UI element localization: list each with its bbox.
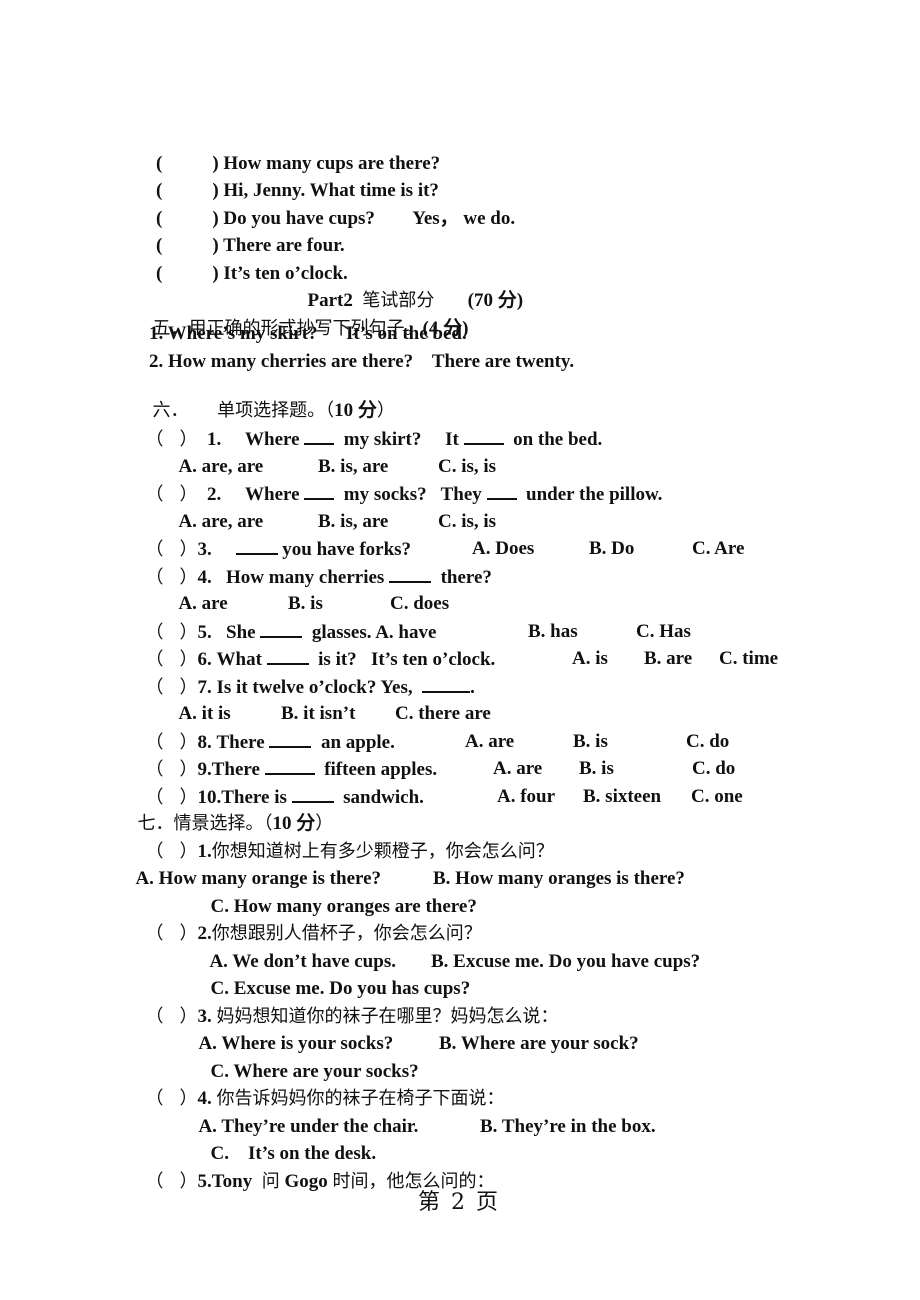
option-b: B. They’re in the box. <box>480 1116 656 1137</box>
question-text: Gogo <box>284 1171 328 1192</box>
answer-paren-open: （ <box>145 1006 164 1027</box>
answer-paren-open: （ <box>145 1088 164 1109</box>
situation-question-1: （）1.你想知道树上有多少颗橙子，你会怎么问？ <box>136 819 554 862</box>
answer-paren-open: （ <box>145 429 164 450</box>
option-c: C. do <box>692 758 736 779</box>
mc-options-2: A. are, are B. is, are C. is, is <box>170 489 496 532</box>
answer-paren-open: （ <box>145 923 164 944</box>
option-b: B. is <box>579 758 614 779</box>
mc-options-7: A. it is B. it isn’t C. there are <box>170 681 490 724</box>
section5-item: 2. How many cherries are there? There ar… <box>149 351 574 373</box>
option-b: B. Excuse me. Do you have cups? <box>431 951 701 972</box>
section5-heading: 五．用正确的形式抄写下列句子。(4 分) <box>143 296 469 339</box>
fill-blank <box>463 428 504 445</box>
mc-question-4: （）4. How many cherries there? <box>136 544 492 588</box>
mc-options-1: A. are, are B. is, are C. is, is <box>170 434 496 477</box>
question-text: there? <box>440 567 492 588</box>
option-c: C. do <box>686 731 730 752</box>
situation-options-4c: C. It’s on the desk. <box>201 1121 377 1164</box>
listening-item: () How many cups are there? <box>137 131 440 174</box>
situation-question-3: （）3. 妈妈想知道你的袜子在哪里？妈妈怎么说： <box>136 984 559 1027</box>
question-text: How many cherries <box>226 567 385 588</box>
fill-blank <box>304 483 335 500</box>
situation-options-3: A. Where is your socks? B. Where are your… <box>190 1011 638 1054</box>
answer-paren-open: （ <box>145 1171 164 1192</box>
section5-sentence: 1. Where’s my skirt? It’s on the bed. <box>149 323 467 344</box>
option-b: B. sixteen <box>583 786 662 807</box>
situation-question-5: （）5.Tony 问 Gogo 时间，他怎么问的： <box>136 1149 495 1192</box>
answer-paren-close: ) <box>212 263 219 284</box>
option-c: C. Are <box>692 538 745 559</box>
answer-paren-close: ） <box>179 923 198 944</box>
mc-question-9: （）9.There fifteen apples. A. are B. is C. d… <box>136 736 736 780</box>
mc-question-1: （） 1. Where my skirt? It on the bed. <box>136 406 603 450</box>
option-a: A. four <box>497 786 556 807</box>
section5-sentence: 2. How many cherries are there? There ar… <box>149 351 575 372</box>
option-c: C. is, is <box>438 511 497 532</box>
mc-question-3: （）3. you have forks? A. Does B. Do C. Are <box>136 516 745 560</box>
mc-question-7: （）7. Is it twelve o’clock? Yes, . <box>136 654 475 698</box>
option-c: C. one <box>691 786 743 807</box>
part2-score: (70 分) <box>467 290 524 311</box>
situation-options-1c: C. How many oranges are there? <box>201 874 477 917</box>
part2-heading: Part2 笔试部分 (70 分) <box>298 268 524 311</box>
question-text: my socks? <box>343 484 427 505</box>
listening-item: () Hi, Jenny. What time is it? <box>137 158 439 201</box>
situation-options-4: A. They’re under the chair. B. They’re in… <box>190 1094 655 1137</box>
section6-heading: 六． 单项选择题。（10 分） <box>143 378 395 421</box>
situation-question-2: （）2.你想跟别人借杯子，你会怎么问？ <box>136 901 482 944</box>
listening-item: () It’s ten o’clock. <box>137 241 348 284</box>
option-a: A. are <box>493 758 543 779</box>
section5-item: 1. Where’s my skirt? It’s on the bed. <box>149 323 467 345</box>
situation-options-1: A. How many orange is there? B. How many … <box>127 846 684 889</box>
listening-item: () Do you have cups? Yes， we do. <box>137 186 515 229</box>
option-c: C. Has <box>636 621 691 642</box>
mc-question-8: （）8. There an apple. A. are B. is C. do <box>136 709 730 753</box>
question-text: . <box>470 677 475 698</box>
mc-options-4: A. are B. is C. does <box>170 571 449 614</box>
option-a: A. is <box>572 648 608 669</box>
option-b: B. is <box>573 731 608 752</box>
listening-item: () There are four. <box>137 213 345 256</box>
option-b: B. Where are your sock? <box>439 1033 639 1054</box>
situation-question-4: （）4. 你告诉妈妈你的袜子在椅子下面说： <box>136 1066 505 1109</box>
situation-options-2c: C. Excuse me. Do you has cups? <box>201 956 471 999</box>
option-c: C. there are <box>395 703 491 724</box>
answer-paren-open: （ <box>145 567 164 588</box>
mc-question-2: （） 2. Where my socks? They under the pil… <box>136 461 663 505</box>
fill-blank <box>422 676 471 693</box>
question-text: on the bed. <box>513 429 603 450</box>
situation-options-3c: C. Where are your socks? <box>201 1039 419 1082</box>
mc-question-6: （）6. What is it? It’s ten o’clock. A. is B… <box>136 626 779 670</box>
question-text: They <box>440 484 482 505</box>
answer-paren-open: （ <box>145 484 164 505</box>
mc-question-10: （）10.There is sandwich. A. four B. sixteen… <box>136 764 743 808</box>
section7-heading: 七．情景选择。（10 分） <box>128 791 334 834</box>
option-b: B. are <box>644 648 693 669</box>
fill-blank <box>304 428 335 445</box>
question-number: 5.Tony <box>197 1171 253 1192</box>
question-text: my skirt? <box>343 429 422 450</box>
mc-question-5: （）5. She glasses. A. have B. has C. Has <box>136 599 691 643</box>
option-c: C. time <box>719 648 779 669</box>
fill-blank <box>486 483 517 500</box>
answer-paren-open: ( <box>156 263 163 284</box>
option-b: B. has <box>528 621 578 642</box>
page-number: 第 2 页 <box>418 1190 500 1215</box>
question-text: sandwich. <box>343 787 424 808</box>
option-a: A. are <box>465 731 515 752</box>
fill-blank <box>389 566 432 583</box>
answer-paren-close: ） <box>179 1171 198 1192</box>
question-prompt: 问 <box>261 1171 280 1192</box>
answer-paren-open: （ <box>145 677 164 698</box>
question-text: under the pillow. <box>526 484 663 505</box>
situation-options-2: A. We don’t have cups. B. Excuse me. Do y… <box>201 929 700 972</box>
question-text: It <box>445 429 459 450</box>
option-b: B. Do <box>589 538 635 559</box>
